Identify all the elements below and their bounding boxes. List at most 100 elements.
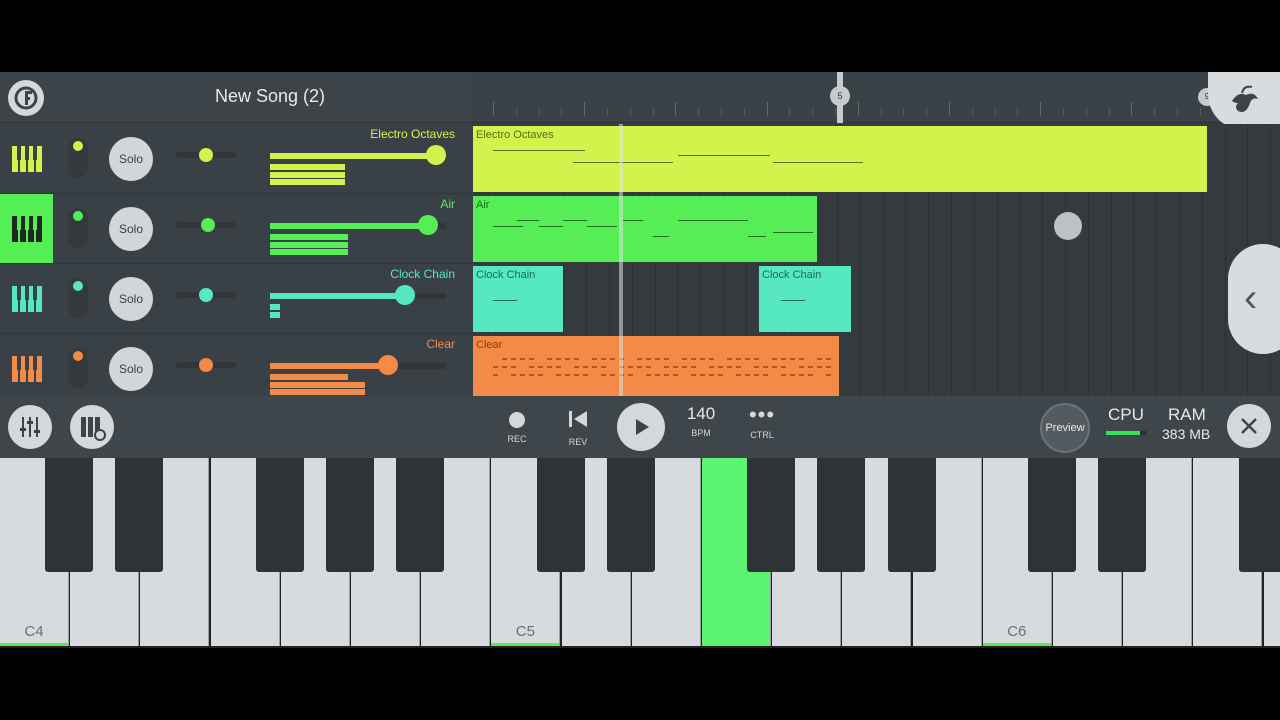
track-name: Air (440, 197, 455, 211)
piano-key-gsharp5[interactable] (817, 458, 866, 572)
playhead-marker[interactable]: 5 (825, 72, 855, 123)
piano-keys-icon (11, 215, 42, 242)
menu-button[interactable] (8, 80, 44, 116)
instrument-button[interactable] (0, 264, 53, 333)
record-label: REC (507, 434, 527, 444)
pan-knob[interactable] (199, 358, 213, 372)
volume-knob[interactable] (395, 285, 415, 305)
pan-knob[interactable] (199, 288, 213, 302)
piano-key-asharp5[interactable] (887, 458, 936, 572)
piano-keys-icon (11, 145, 42, 172)
track-clear: Solo Clear (0, 334, 473, 404)
instrument-button[interactable] (0, 124, 53, 193)
collapse-panel-button[interactable]: ‹ (1228, 244, 1280, 354)
play-icon (636, 419, 649, 435)
pan-knob[interactable] (199, 148, 213, 162)
level-meter (270, 249, 348, 255)
song-position-line (619, 124, 623, 396)
clip-electro-octaves[interactable]: Electro Octaves (473, 126, 1207, 192)
playlist-arrangement[interactable]: Electro Octaves Air Clock Chain Clock Ch… (473, 124, 1280, 396)
clip-clear[interactable]: Clear (473, 336, 839, 396)
lane-electro-octaves: Electro Octaves (473, 124, 1280, 194)
mute-toggle[interactable] (73, 281, 83, 291)
clip-label: Clock Chain (762, 269, 822, 281)
clip-label: Electro Octaves (476, 129, 554, 141)
level-meter (270, 234, 348, 240)
level-meter (270, 242, 348, 248)
bpm-value: 140 (686, 404, 716, 423)
level-meter (270, 382, 365, 388)
clip-label: Air (476, 199, 490, 211)
instrument-settings-button[interactable] (70, 405, 114, 449)
clip-air[interactable]: Air (473, 196, 817, 262)
level-meter (270, 374, 348, 380)
clip-label: Clock Chain (476, 269, 536, 281)
piano-keyboard[interactable]: C4 C5 C6 (0, 458, 1280, 648)
volume-knob[interactable] (378, 355, 398, 375)
bpm-label: BPM (691, 428, 711, 438)
cpu-label: CPU (1108, 405, 1144, 424)
mute-toggle[interactable] (73, 211, 83, 221)
piano-key-fsharp6[interactable] (1238, 458, 1280, 572)
cpu-meter (1106, 431, 1146, 435)
piano-key-fsharp5[interactable] (747, 458, 796, 572)
mute-toggle[interactable] (73, 141, 83, 151)
mute-toggle[interactable] (73, 351, 83, 361)
play-button[interactable] (617, 403, 665, 451)
piano-key-csharp5[interactable] (536, 458, 585, 572)
mixer-button[interactable] (8, 405, 52, 449)
fl-studio-mobile-app: New Song (2) 5 9 Solo Electro Octaves So… (0, 72, 1280, 648)
level-meter (270, 304, 280, 310)
track-name: Clock Chain (390, 267, 455, 281)
volume-knob[interactable] (418, 215, 438, 235)
piano-key-csharp6[interactable] (1028, 458, 1076, 572)
level-meter (270, 172, 345, 178)
song-header: New Song (2) (0, 72, 473, 123)
piano-key-dsharp4[interactable] (115, 458, 164, 572)
level-meter (270, 179, 345, 185)
piano-key-csharp4[interactable] (45, 458, 94, 572)
rewind-label: REV (568, 437, 588, 447)
clip-clock-chain[interactable]: Clock Chain (759, 266, 851, 332)
record-icon (509, 412, 525, 428)
tempo-control[interactable]: 140 BPM (681, 404, 721, 438)
solo-button[interactable]: Solo (109, 207, 153, 251)
bar-marker-5: 5 (830, 86, 850, 106)
octave-label: C5 (515, 623, 535, 640)
piano-keys-icon (11, 285, 42, 312)
lane-clear: Clear (473, 334, 1280, 396)
instrument-button[interactable] (0, 194, 53, 263)
track-clock-chain: Solo Clock Chain (0, 264, 473, 334)
close-button[interactable] (1227, 404, 1271, 448)
solo-button[interactable]: Solo (109, 277, 153, 321)
instrument-button[interactable] (0, 334, 53, 403)
pan-knob[interactable] (201, 218, 215, 232)
song-title[interactable]: New Song (2) (215, 86, 325, 107)
control-button[interactable]: ••• CTRL (742, 402, 782, 441)
scroll-handle[interactable] (1054, 212, 1082, 240)
volume-knob[interactable] (426, 145, 446, 165)
timeline-ruler[interactable]: 5 9 (473, 72, 1280, 123)
piano-settings-icon (81, 417, 106, 441)
ram-label: RAM (1168, 405, 1206, 424)
more-dots-icon: ••• (748, 402, 776, 427)
piano-keys-icon (11, 355, 42, 382)
solo-button[interactable]: Solo (109, 347, 153, 391)
piano-key-fsharp4[interactable] (255, 458, 304, 572)
piano-key-dsharp5[interactable] (606, 458, 655, 572)
octave-label: C6 (1007, 623, 1027, 640)
level-meter (270, 389, 365, 395)
skip-back-icon (569, 411, 587, 427)
piano-key-dsharp6[interactable] (1098, 458, 1147, 572)
track-air: Solo Air (0, 194, 473, 264)
record-button[interactable]: REC (503, 406, 531, 444)
clip-label: Clear (476, 339, 503, 351)
preview-button[interactable]: Preview (1040, 403, 1090, 453)
solo-button[interactable]: Solo (109, 137, 153, 181)
clip-clock-chain[interactable]: Clock Chain (473, 266, 563, 332)
piano-key-gsharp4[interactable] (326, 458, 374, 572)
ram-value: 383 MB (1162, 426, 1211, 442)
rewind-button[interactable]: REV (564, 406, 592, 447)
lane-air: Air (473, 194, 1280, 264)
piano-key-asharp4[interactable] (396, 458, 445, 572)
